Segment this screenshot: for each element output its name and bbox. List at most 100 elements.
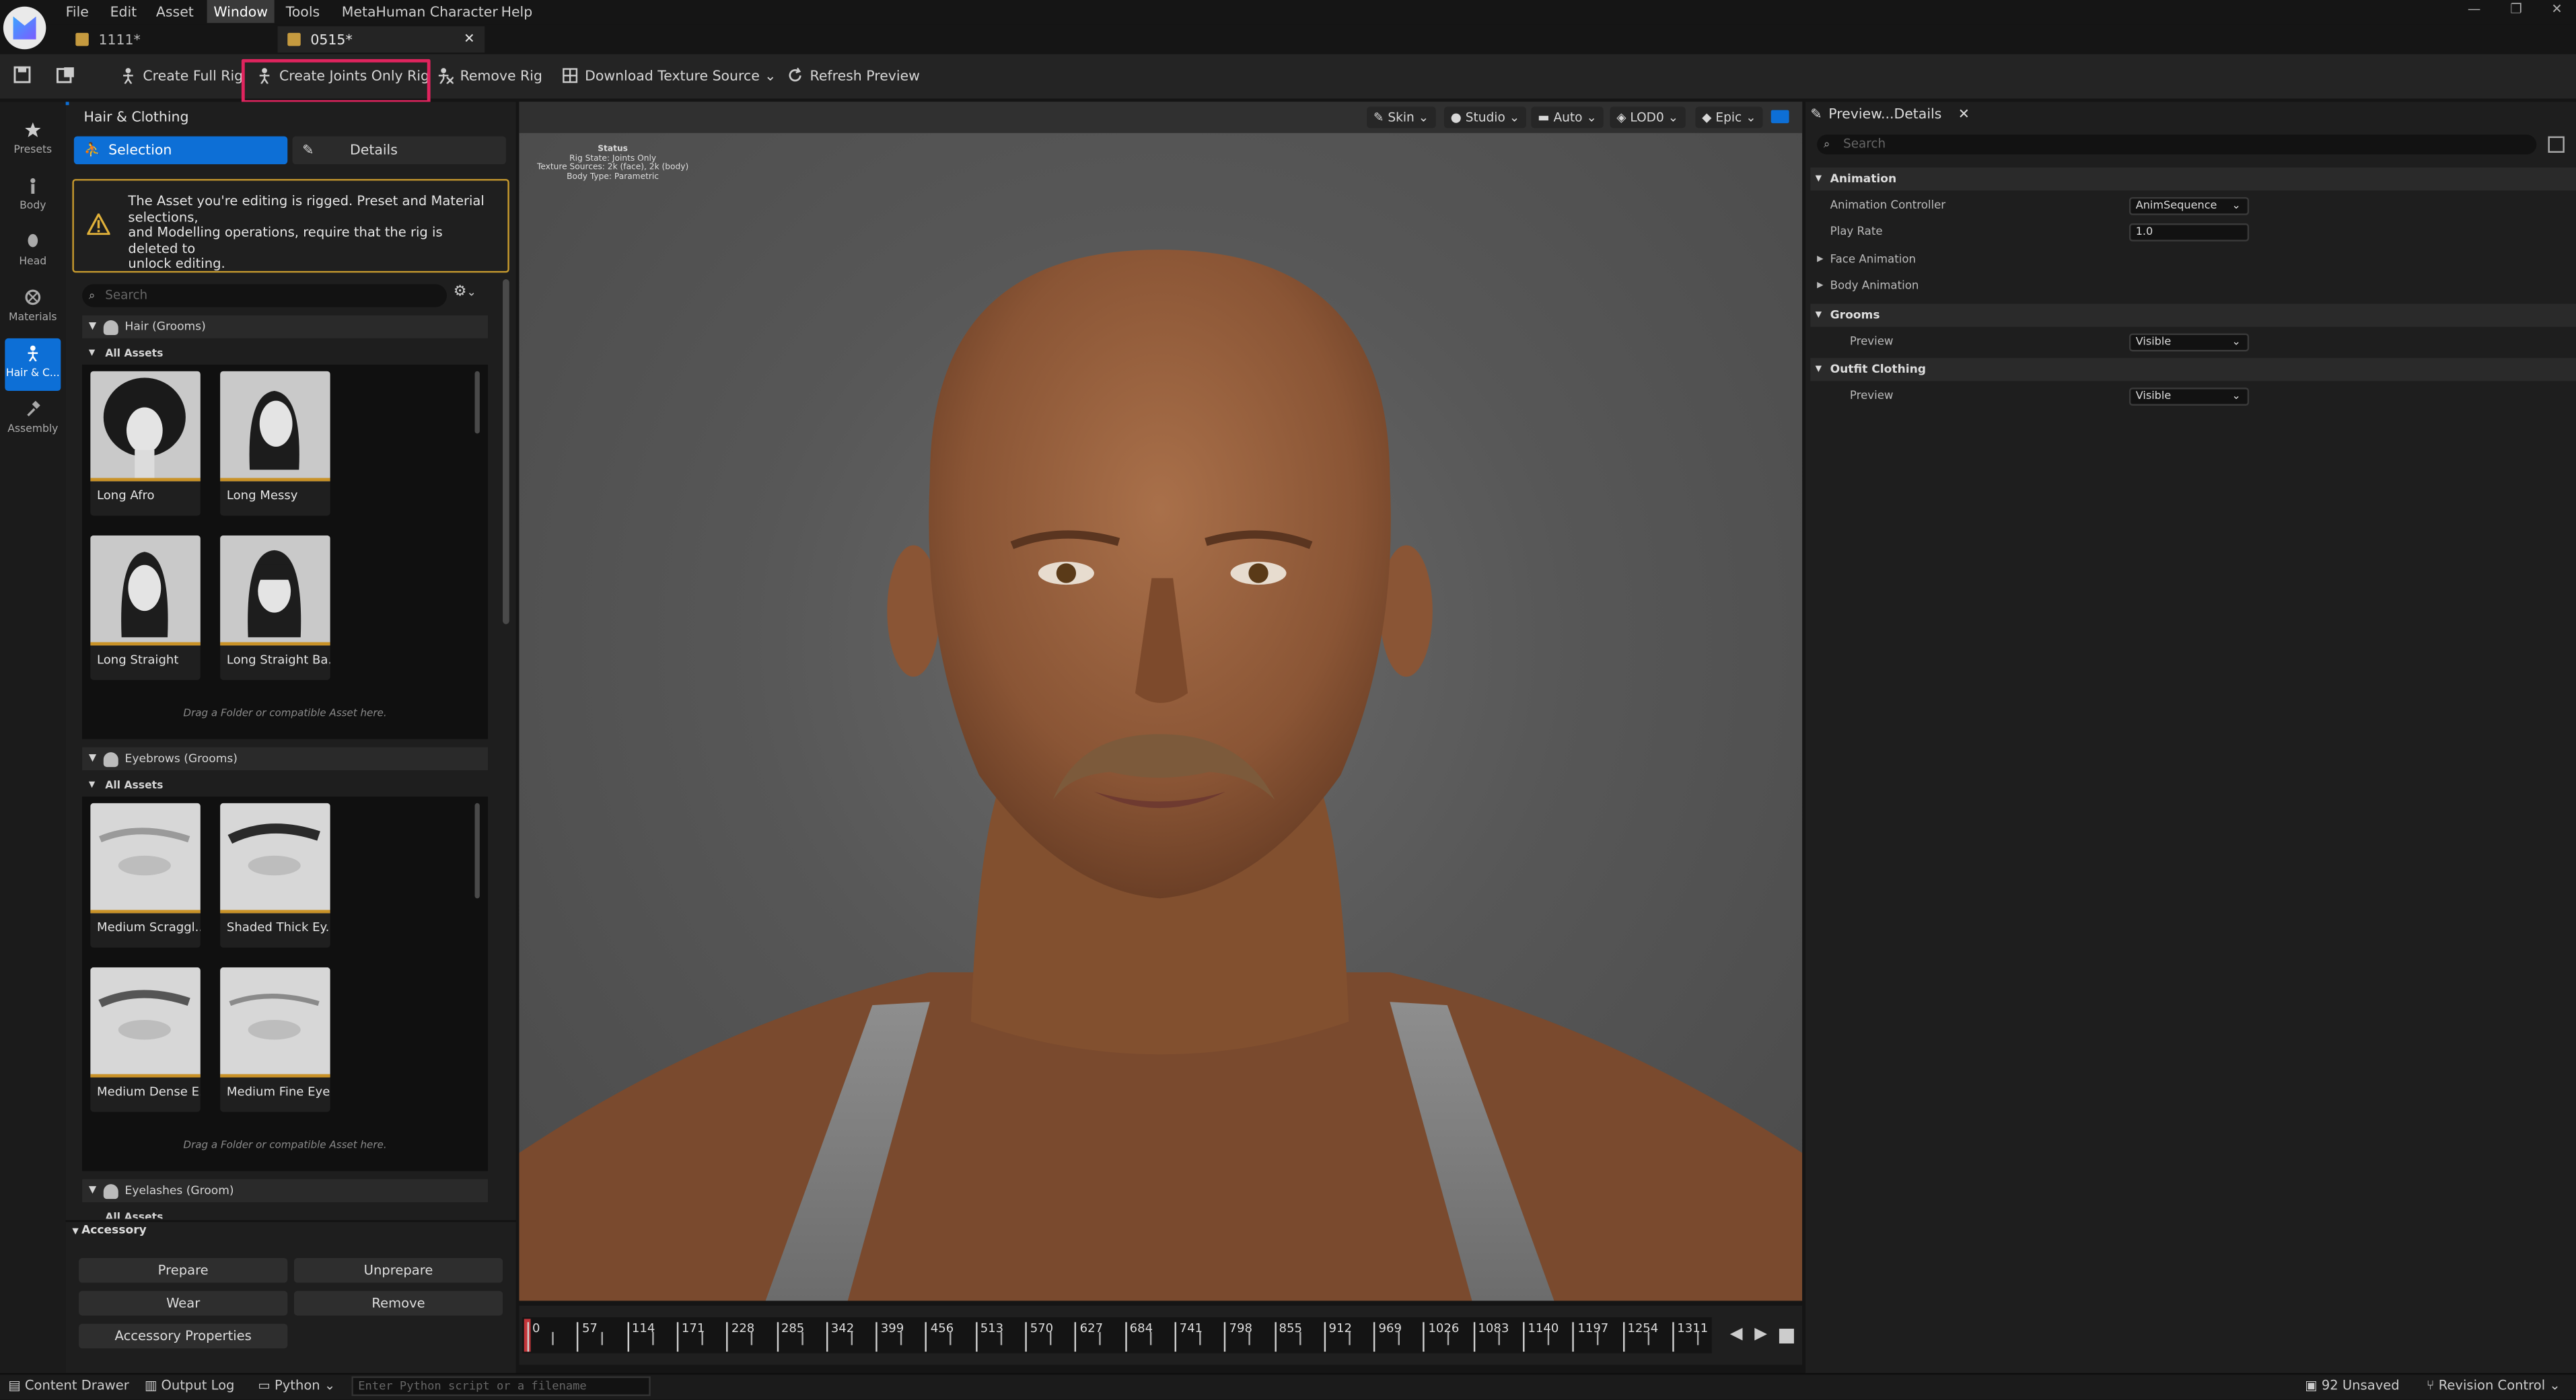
rail-item-presets[interactable]: Presets bbox=[5, 115, 61, 168]
play-rate-input[interactable]: 1.0 bbox=[2128, 223, 2250, 242]
animation-category[interactable]: ▼ Animation bbox=[1810, 168, 2576, 191]
menu-tools[interactable]: Tools bbox=[279, 0, 326, 23]
timeline-minor-tick bbox=[651, 1331, 653, 1346]
menu-metahuman-character[interactable]: MetaHuman Character bbox=[335, 0, 504, 23]
grooms-preview-select[interactable]: Visible ⌄ bbox=[2128, 333, 2250, 352]
console-icon: ▭ bbox=[258, 1378, 275, 1393]
animation-controller-select[interactable]: AnimSequence ⌄ bbox=[2128, 196, 2250, 215]
accessory-header[interactable]: ▼ Accessory bbox=[72, 1224, 146, 1237]
asset-tile-long-afro[interactable]: Long Afro bbox=[90, 371, 201, 516]
rail-item-head[interactable]: Head bbox=[5, 227, 61, 279]
skin-dropdown[interactable]: ✎ Skin ⌄ bbox=[1367, 106, 1435, 128]
play-icon[interactable]: ▶ bbox=[1754, 1325, 1767, 1343]
lod-dropdown[interactable]: ◈ LOD0 ⌄ bbox=[1610, 106, 1685, 128]
asset-thumbnail bbox=[90, 803, 201, 914]
materials-icon bbox=[25, 289, 41, 305]
hair-grid-scrollbar[interactable] bbox=[474, 371, 480, 434]
viewport-status-overlay: Status Rig State: Joints Only Texture So… bbox=[536, 144, 689, 182]
prev-frame-icon[interactable]: ◀ bbox=[1730, 1325, 1743, 1343]
panel-scrollbar[interactable] bbox=[503, 279, 509, 624]
unprepare-button[interactable]: Unprepare bbox=[293, 1258, 503, 1283]
settings-gear-icon[interactable]: ⚙⌄ bbox=[454, 284, 476, 300]
create-full-rig-button[interactable]: Create Full Rig bbox=[120, 63, 243, 89]
restore-icon[interactable]: ❐ bbox=[2510, 1, 2522, 16]
rail-item-assembly[interactable]: Assembly bbox=[5, 394, 61, 447]
browse-icon[interactable] bbox=[56, 66, 75, 84]
timeline-tick-mark bbox=[925, 1322, 927, 1352]
download-texture-source-button[interactable]: Download Texture Source ⌄ bbox=[562, 63, 776, 89]
asset-tile-medium-dense-eyebrows[interactable]: Medium Dense E... bbox=[90, 967, 201, 1112]
menu-asset[interactable]: Asset bbox=[149, 0, 200, 23]
tab-1111[interactable]: 1111* bbox=[66, 26, 276, 52]
remove-rig-button[interactable]: Remove Rig bbox=[437, 63, 542, 89]
chevron-down-icon: ⌄ bbox=[2231, 389, 2241, 403]
close-tab-icon[interactable]: ✕ bbox=[464, 26, 474, 52]
eyelashes-all-assets-header[interactable]: All Assets bbox=[82, 1207, 488, 1218]
preview-details-tab[interactable]: ✎ Preview...Details ✕ bbox=[1810, 102, 1970, 124]
asset-tab-icon bbox=[287, 32, 301, 46]
revision-control-button[interactable]: ⑂ Revision Control ⌄ bbox=[2427, 1378, 2561, 1393]
section-eyelashes-groom[interactable]: ▼ Eyelashes (Groom) bbox=[82, 1179, 489, 1203]
auto-dropdown[interactable]: ▬ Auto ⌄ bbox=[1531, 106, 1604, 128]
face-animation-row[interactable]: ▶ Face Animation bbox=[1810, 248, 2576, 273]
python-console-dropdown[interactable]: ▭ Python ⌄ bbox=[258, 1378, 335, 1393]
timeline-tick-label: 1197 bbox=[1577, 1320, 1609, 1335]
remove-button[interactable]: Remove bbox=[293, 1290, 503, 1316]
asset-tile-medium-fine-eyebrows[interactable]: Medium Fine Eye... bbox=[220, 967, 330, 1112]
asset-search-input[interactable]: ⌕ Search bbox=[82, 284, 448, 307]
rail-item-hair-clothing[interactable]: Hair & C... bbox=[5, 338, 61, 392]
timeline-minor-tick bbox=[1547, 1331, 1550, 1346]
asset-thumbnail bbox=[90, 535, 201, 646]
content-drawer-button[interactable]: ▤ Content Drawer bbox=[8, 1378, 129, 1393]
close-window-icon[interactable]: ✕ bbox=[2551, 1, 2562, 16]
menu-help[interactable]: Help bbox=[495, 0, 539, 23]
character-viewport[interactable] bbox=[519, 102, 1803, 1301]
minimize-icon[interactable]: — bbox=[2468, 1, 2481, 16]
grid-view-icon[interactable] bbox=[2548, 136, 2565, 153]
body-animation-row[interactable]: ▶ Body Animation bbox=[1810, 274, 2576, 299]
output-log-button[interactable]: ▥ Output Log bbox=[145, 1378, 235, 1393]
save-icon[interactable] bbox=[13, 66, 32, 84]
studio-dropdown[interactable]: ● Studio ⌄ bbox=[1443, 106, 1527, 128]
asset-tile-long-straight-bangs[interactable]: Long Straight Ba... bbox=[220, 535, 330, 680]
hair-all-assets-header[interactable]: ▼ All Assets bbox=[82, 343, 488, 363]
menu-window[interactable]: Window bbox=[207, 0, 275, 24]
grooms-category[interactable]: ▼ Grooms bbox=[1810, 303, 2576, 327]
timeline-tick-label: 1026 bbox=[1428, 1320, 1460, 1335]
menu-edit[interactable]: Edit bbox=[104, 0, 143, 23]
asset-tile-shaded-thick-eyebrows[interactable]: Shaded Thick Ey... bbox=[220, 803, 330, 948]
asset-tile-long-straight[interactable]: Long Straight bbox=[90, 535, 201, 680]
eyebrows-all-assets-header[interactable]: ▼ All Assets bbox=[82, 775, 488, 795]
close-tab-icon[interactable]: ✕ bbox=[1958, 105, 1970, 121]
details-search-input[interactable]: ⌕ Search bbox=[1817, 135, 2537, 155]
section-hair-grooms[interactable]: ▼ Hair (Grooms) bbox=[82, 315, 489, 338]
menu-file[interactable]: File bbox=[59, 0, 96, 23]
rail-item-materials[interactable]: Materials bbox=[5, 283, 61, 335]
outfit-preview-select[interactable]: Visible ⌄ bbox=[2128, 388, 2250, 406]
wear-button[interactable]: Wear bbox=[79, 1290, 288, 1316]
prepare-button[interactable]: Prepare bbox=[79, 1258, 288, 1283]
rail-item-body[interactable]: Body bbox=[5, 171, 61, 223]
app-window: File Edit Asset Window Tools MetaHuman C… bbox=[0, 0, 2576, 1400]
asset-tile-long-messy[interactable]: Long Messy bbox=[220, 371, 330, 516]
stop-icon[interactable] bbox=[1779, 1329, 1794, 1343]
selection-tab[interactable]: ⛹ Selection bbox=[73, 136, 288, 165]
eyebrow-grid-scrollbar[interactable] bbox=[474, 803, 480, 899]
accessory-properties-button[interactable]: Accessory Properties bbox=[79, 1323, 288, 1349]
app-logo-icon[interactable] bbox=[3, 6, 46, 50]
quality-dropdown[interactable]: ◆ Epic ⌄ bbox=[1695, 106, 1763, 128]
chevron-down-icon: ⌄ bbox=[320, 1378, 336, 1393]
viewport-options-icon[interactable] bbox=[1770, 110, 1789, 124]
python-command-input[interactable]: Enter Python script or a filename bbox=[351, 1376, 651, 1397]
refresh-preview-button[interactable]: Refresh Preview bbox=[787, 63, 920, 89]
details-tab[interactable]: ✎ Details bbox=[292, 136, 506, 165]
outfit-clothing-category[interactable]: ▼ Outfit Clothing bbox=[1810, 358, 2576, 381]
hammer-icon bbox=[27, 400, 40, 416]
unsaved-button[interactable]: ▣ 92 Unsaved bbox=[2305, 1378, 2400, 1393]
timeline-tick-mark bbox=[1473, 1322, 1475, 1352]
timeline-tick-mark bbox=[826, 1322, 828, 1352]
section-eyebrows-grooms[interactable]: ▼ Eyebrows (Grooms) bbox=[82, 747, 489, 770]
asset-tile-medium-scraggly[interactable]: Medium Scraggl... bbox=[90, 803, 201, 948]
tab-0515[interactable]: 0515* ✕ bbox=[277, 26, 485, 53]
chevron-down-icon: ⌄ bbox=[2231, 335, 2241, 348]
